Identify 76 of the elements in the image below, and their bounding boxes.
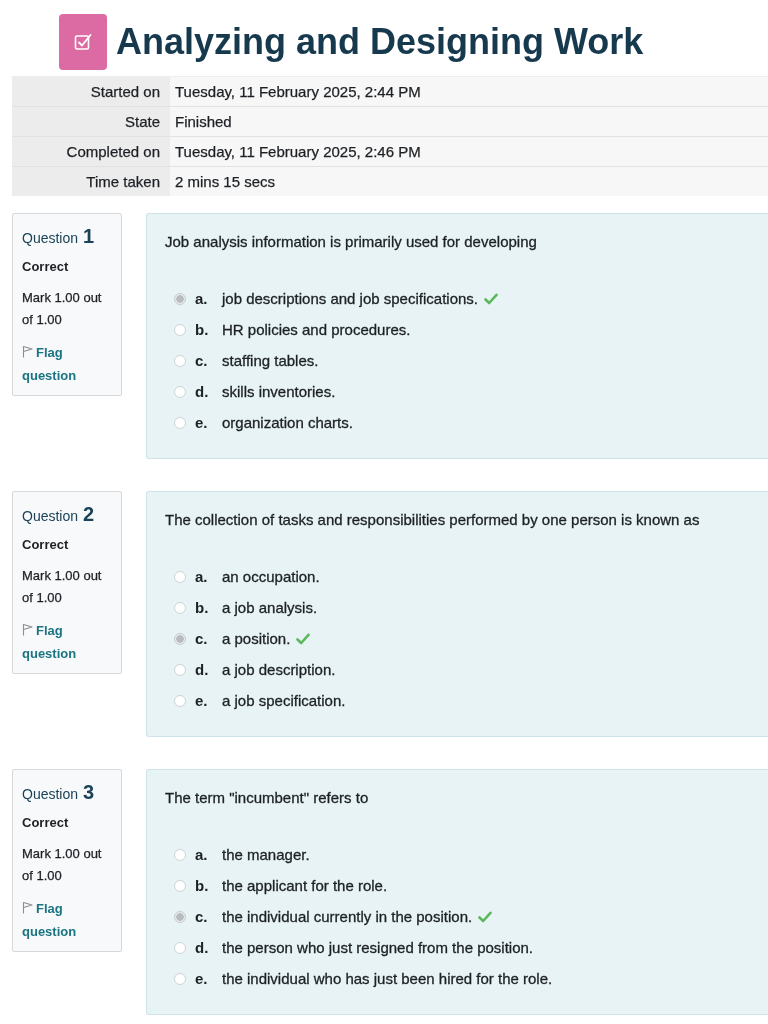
question-mark: Mark 1.00 out of 1.00 (22, 567, 103, 607)
radio-button[interactable] (174, 570, 186, 583)
radio-button[interactable] (174, 416, 186, 429)
option-text: HR policies and procedures. (222, 321, 411, 338)
radio-button[interactable] (174, 694, 186, 707)
question-text: The collection of tasks and responsibilities performed by one person is known as (165, 510, 701, 530)
radio-button[interactable] (174, 941, 186, 954)
option-letter: b. (195, 877, 210, 894)
radio-button[interactable] (174, 323, 186, 336)
option-text: an occupation. (222, 568, 320, 585)
radio-button[interactable] (174, 879, 186, 892)
question-label: Question (22, 507, 79, 526)
option-text: a job description. (222, 661, 336, 678)
question-text: Job analysis information is primarily used for developing (165, 232, 538, 252)
option-letter: a. (195, 290, 209, 307)
option-text: a job specification. (222, 692, 346, 709)
option-letter: b. (195, 599, 210, 616)
question-mark: Mark 1.00 out of 1.00 (22, 289, 103, 329)
question-text: The term "incumbent" refers to (165, 788, 370, 808)
radio-button[interactable] (174, 601, 186, 614)
flag-question-link[interactable]: Flag question (22, 897, 113, 943)
option-text: the manager. (222, 846, 310, 863)
option-letter: d. (195, 661, 210, 678)
option-letter: c. (195, 908, 209, 925)
option-text: the applicant for the role. (222, 877, 388, 894)
option-letter: d. (195, 383, 210, 400)
question-label: Question (22, 229, 79, 248)
option-letter: a. (195, 846, 209, 863)
quiz-icon (59, 14, 107, 70)
radio-button[interactable] (174, 632, 186, 645)
question-number: 3 (83, 781, 95, 803)
option-text: job descriptions and job specifications. (222, 290, 478, 307)
option-text: organization charts. (222, 414, 353, 431)
flag-icon (22, 901, 33, 914)
summary-value: Tuesday, 11 February 2025, 2:46 PM (170, 137, 768, 166)
option-letter: a. (195, 568, 209, 585)
summary-label: Time taken (12, 167, 170, 196)
radio-button[interactable] (174, 663, 186, 676)
question-status: Correct (22, 258, 70, 276)
radio-button[interactable] (174, 910, 186, 923)
option-letter: e. (195, 414, 209, 431)
radio-button[interactable] (174, 292, 186, 305)
summary-label: Completed on (12, 137, 170, 166)
option-letter: c. (195, 630, 209, 647)
radio-button[interactable] (174, 972, 186, 985)
option-text: a position. (222, 630, 291, 647)
radio-button[interactable] (174, 848, 186, 861)
question-number: 1 (83, 225, 95, 247)
option-letter: e. (195, 692, 209, 709)
question-status: Correct (22, 536, 70, 554)
option-text: the individual who has just been hired for the role. (222, 970, 553, 987)
option-text: skills inventories. (222, 383, 336, 400)
option-text: a job analysis. (222, 599, 318, 616)
option-text: the person who just resigned from the position. (222, 939, 533, 956)
option-letter: d. (195, 939, 210, 956)
option-letter: c. (195, 352, 209, 369)
summary-label: State (12, 107, 170, 136)
flag-icon (22, 345, 33, 358)
flag-question-link[interactable]: Flag question (22, 619, 113, 665)
flag-question-link[interactable]: Flag question (22, 341, 113, 387)
question-label: Question (22, 785, 79, 804)
flag-icon (22, 623, 33, 636)
question-number: 2 (83, 503, 95, 525)
summary-value: Finished (170, 107, 768, 136)
summary-label: Started on (12, 77, 170, 106)
question-status: Correct (22, 814, 70, 832)
option-text: the individual currently in the position. (222, 908, 473, 925)
option-letter: e. (195, 970, 209, 987)
summary-value: 2 mins 15 secs (170, 167, 768, 196)
radio-button[interactable] (174, 354, 186, 367)
option-text: staffing tables. (222, 352, 319, 369)
summary-value: Tuesday, 11 February 2025, 2:44 PM (170, 77, 768, 106)
radio-button[interactable] (174, 385, 186, 398)
option-letter: b. (195, 321, 210, 338)
page-title: Analyzing and Designing Work (116, 20, 644, 64)
question-mark: Mark 1.00 out of 1.00 (22, 845, 103, 885)
